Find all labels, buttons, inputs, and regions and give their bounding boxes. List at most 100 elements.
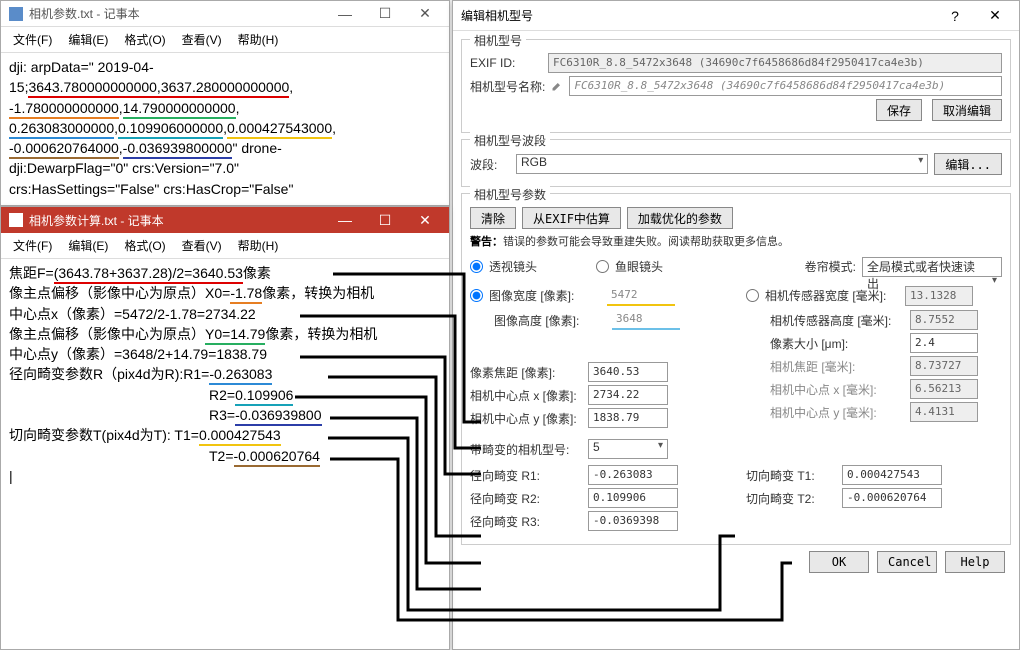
window-title: 编辑相机型号 [461, 7, 533, 24]
menu-file[interactable]: 文件(F) [7, 235, 58, 256]
t2-input[interactable]: -0.000620764 [842, 488, 942, 508]
r3-label: 径向畸变 R3: [470, 513, 582, 530]
radio-input[interactable] [470, 289, 483, 302]
perspective-radio[interactable]: 透视镜头 [470, 258, 590, 275]
text-seg: " drone- [232, 140, 281, 156]
shutter-label: 卷帘模式: [805, 258, 856, 275]
menu-view[interactable]: 查看(V) [176, 29, 228, 50]
maximize-button[interactable]: ☐ [365, 207, 405, 233]
help-button[interactable]: ? [935, 3, 975, 29]
menu-file[interactable]: 文件(F) [7, 29, 58, 50]
t1-label: 切向畸变 T1: [746, 467, 836, 484]
image-height-input[interactable]: 3648 [612, 310, 680, 330]
group-legend: 相机型号 [470, 32, 526, 49]
band-edit-button[interactable]: 编辑... [934, 153, 1002, 175]
text-area[interactable]: dji: arpData=" 2019-04- 15;3643.78000000… [1, 53, 449, 203]
t1-input[interactable]: 0.000427543 [842, 465, 942, 485]
r2-calc: 0.109906 [235, 387, 293, 406]
sensor-height-label: 相机传感器高度 [毫米]: [770, 312, 904, 329]
ok-button[interactable]: OK [809, 551, 869, 573]
focal-raw: 3643.780000000000,3637.280000000000 [28, 79, 289, 98]
menu-edit[interactable]: 编辑(E) [62, 29, 114, 50]
group-params: 相机型号参数 清除 从EXIF中估算 加载优化的参数 警告：错误的参数可能会导致… [461, 193, 1011, 545]
focal-px-input[interactable]: 3640.53 [588, 362, 668, 382]
estimate-from-exif-button[interactable]: 从EXIF中估算 [522, 207, 621, 229]
text-seg: , [236, 100, 240, 116]
cancel-button[interactable]: Cancel [877, 551, 937, 573]
notepad-window-camera-params: 相机参数.txt - 记事本 — ☐ ✕ 文件(F) 编辑(E) 格式(O) 查… [0, 0, 450, 206]
load-optimized-button[interactable]: 加载优化的参数 [627, 207, 733, 229]
image-width-radio[interactable]: 图像宽度 [像素]: [470, 287, 601, 304]
distortion-model-label: 带畸变的相机型号: [470, 441, 582, 458]
cx-px-label: 相机中心点 x [像素]: [470, 387, 582, 404]
menu-help[interactable]: 帮助(H) [232, 29, 285, 50]
r1-raw: 0.263083000000 [9, 120, 114, 139]
maximize-button[interactable]: ☐ [365, 1, 405, 27]
warning-text: 警告：错误的参数可能会导致重建失败。阅读帮助获取更多信息。 [470, 233, 1002, 249]
titlebar[interactable]: 相机参数计算.txt - 记事本 — ☐ ✕ [1, 207, 449, 233]
cy-px-input[interactable]: 1838.79 [588, 408, 668, 428]
text-seg: 15; [9, 79, 28, 95]
band-select[interactable]: RGB [516, 154, 928, 174]
menu-edit[interactable]: 编辑(E) [62, 235, 114, 256]
group-legend: 相机型号波段 [470, 132, 550, 149]
text-seg: 像素，转换为相机 [262, 285, 374, 301]
text-seg: 切向畸变参数T(pix4d为T): T1= [9, 427, 199, 443]
r2-input[interactable]: 0.109906 [588, 488, 678, 508]
close-button[interactable]: ✕ [405, 207, 445, 233]
text-seg: R3= [209, 407, 235, 423]
shutter-select[interactable]: 全局模式或者快速读出 [862, 257, 1002, 277]
radio-input[interactable] [746, 289, 759, 302]
model-name-input[interactable]: FC6310R_8.8_5472x3648 (34690c7f6458686d8… [569, 76, 1002, 96]
text-seg: 径向畸变参数R（pix4d为R):R1= [9, 366, 209, 382]
text-area[interactable]: 焦距F=(3643.78+3637.28)/2=3640.53像素 像主点偏移（… [1, 259, 449, 490]
radio-input[interactable] [470, 260, 483, 273]
t1-calc: 0.000427543 [199, 427, 281, 446]
t2-raw: -0.000620764000 [9, 140, 119, 159]
menu-help[interactable]: 帮助(H) [232, 235, 285, 256]
cx-calc: 中心点x（像素）=5472/2-1.78=2734.22 [9, 306, 256, 322]
menu-view[interactable]: 查看(V) [176, 235, 228, 256]
distortion-model-select[interactable]: 5 [588, 439, 668, 459]
cancel-edit-button[interactable]: 取消编辑 [932, 99, 1002, 121]
image-width-input[interactable]: 5472 [607, 286, 675, 306]
focal-mm-label: 相机焦距 [毫米]: [770, 358, 904, 375]
r2-raw: 0.109906000000 [118, 120, 223, 139]
clear-button[interactable]: 清除 [470, 207, 516, 229]
window-title: 相机参数计算.txt - 记事本 [29, 212, 164, 229]
minimize-button[interactable]: — [325, 207, 365, 233]
group-camera-model: 相机型号 EXIF ID: FC6310R_8.8_5472x3648 (346… [461, 39, 1011, 133]
titlebar[interactable]: 相机参数.txt - 记事本 — ☐ ✕ [1, 1, 449, 27]
t2-calc: -0.000620764 [234, 448, 320, 467]
fisheye-radio[interactable]: 鱼眼镜头 [596, 258, 716, 275]
text-seg: 像素，转换为相机 [265, 326, 377, 342]
close-button[interactable]: ✕ [405, 1, 445, 27]
radio-input[interactable] [596, 260, 609, 273]
text-seg: T2= [209, 448, 234, 464]
help-button[interactable]: Help [945, 551, 1005, 573]
minimize-button[interactable]: — [325, 1, 365, 27]
cx-mm-value: 6.56213 [910, 379, 978, 399]
titlebar[interactable]: 编辑相机型号 ? ✕ [453, 1, 1019, 31]
text-caret: | [9, 468, 13, 484]
text-seg: 焦距F= [9, 265, 54, 281]
x0-calc: -1.78 [230, 285, 262, 304]
r3-input[interactable]: -0.0369398 [588, 511, 678, 531]
r1-input[interactable]: -0.263083 [588, 465, 678, 485]
pixel-size-input[interactable]: 2.4 [910, 333, 978, 353]
sensor-width-value: 13.1328 [905, 286, 973, 306]
model-name-label: 相机型号名称: [470, 78, 545, 95]
cy-mm-label: 相机中心点 y [毫米]: [770, 404, 904, 421]
notepad-icon [9, 7, 23, 21]
text-seg: , [332, 120, 336, 136]
save-button[interactable]: 保存 [876, 99, 922, 121]
close-button[interactable]: ✕ [975, 3, 1015, 29]
menu-format[interactable]: 格式(O) [118, 235, 171, 256]
t1-raw: 0.000427543000 [227, 120, 332, 139]
t2-label: 切向畸变 T2: [746, 490, 836, 507]
menu-format[interactable]: 格式(O) [118, 29, 171, 50]
cx-px-input[interactable]: 2734.22 [588, 385, 668, 405]
text-seg: 像素 [243, 265, 271, 281]
cy-mm-value: 4.4131 [910, 402, 978, 422]
text-seg: 像主点偏移（影像中心为原点） [9, 326, 205, 342]
